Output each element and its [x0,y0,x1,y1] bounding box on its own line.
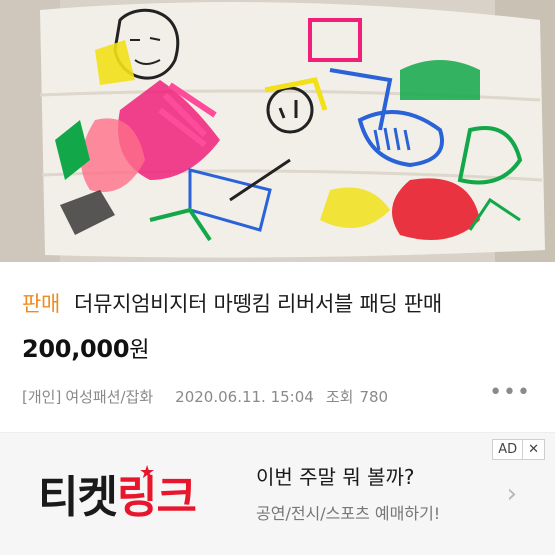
ticketlink-logo: 티켓 ★ 링크 [38,461,197,525]
seller-type: [개인] [22,388,62,406]
close-icon[interactable]: ✕ [522,440,544,459]
logo-red-text: ★ 링크 [116,462,197,523]
more-options-button[interactable]: ••• [489,380,531,405]
ad-banner[interactable]: 티켓 ★ 링크 이번 주말 뭐 볼까? 공연/전시/스포츠 예매하기! › AD ✕ [0,433,555,555]
star-icon: ★ [138,462,155,483]
listing-title-row[interactable]: 판매 더뮤지엄비지터 마뗑킴 리버서블 패딩 판매 [22,288,545,318]
price-unit: 원 [129,338,150,363]
listing-price: 200,000원 [22,332,149,364]
price-value: 200,000 [22,335,130,363]
ad-tag: AD ✕ [492,439,545,460]
ad-copy: 이번 주말 뭐 볼까? 공연/전시/스포츠 예매하기! [256,461,440,524]
chevron-right-icon[interactable]: › [507,479,517,509]
ellipsis-icon: ••• [489,380,531,405]
product-photo[interactable] [0,0,555,262]
ad-label: AD [498,442,518,457]
ad-headline: 이번 주말 뭐 볼까? [256,465,415,489]
ad-subline: 공연/전시/스포츠 예매하기! [256,504,441,523]
views-label: 조회 [325,388,354,406]
listing-meta: [개인] 여성패션/잡화 2020.06.11. 15:04 조회 780 [22,386,400,407]
views-count: 780 [359,388,389,406]
sale-badge: 판매 [22,292,61,316]
logo-black-text: 티켓 [38,472,118,523]
padded-jacket-drawing [0,0,555,262]
category-link[interactable]: 여성패션/잡화 [65,388,153,406]
listing-info: 판매 더뮤지엄비지터 마뗑킴 리버서블 패딩 판매 200,000원 [개인] 여성… [0,262,555,432]
post-date: 2020.06.11. 15:04 [175,388,314,406]
listing-title: 더뮤지엄비지터 마뗑킴 리버서블 패딩 판매 [74,292,442,316]
